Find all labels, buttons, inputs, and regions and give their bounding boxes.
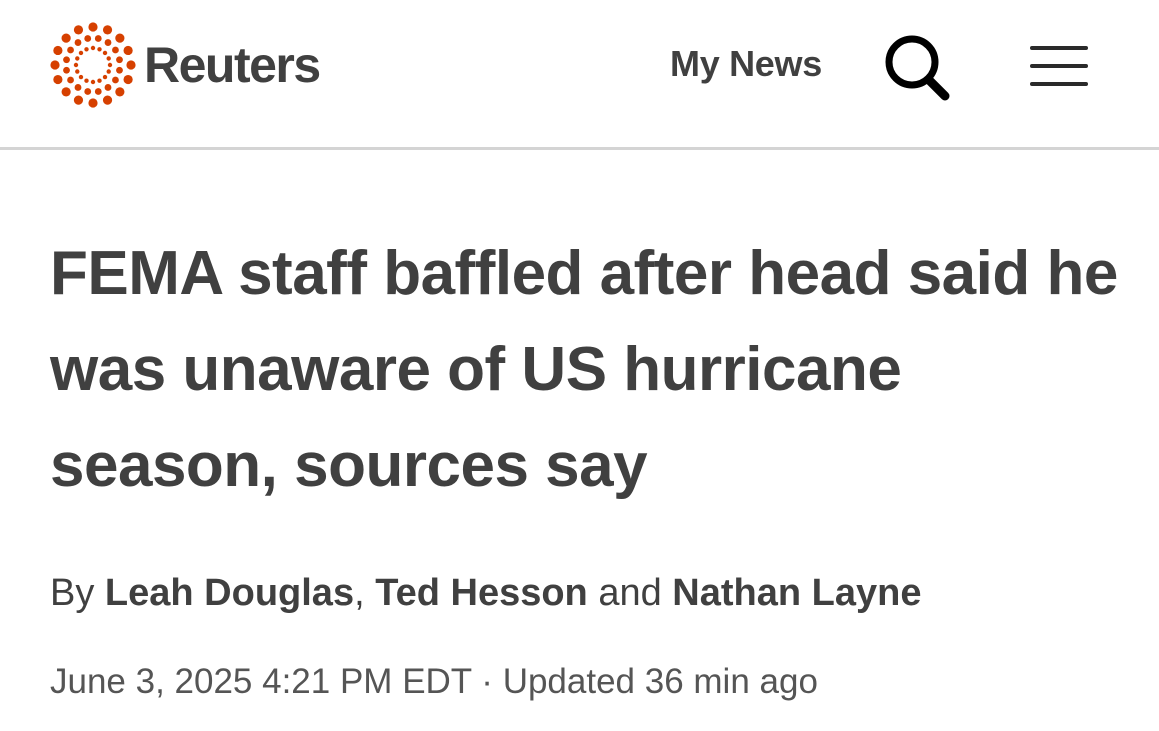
- logo-dot: [73, 95, 84, 105]
- hamburger-menu-icon: [1030, 46, 1088, 86]
- logo-dot: [61, 33, 71, 43]
- logo-dot: [90, 79, 96, 85]
- author-link[interactable]: Ted Hesson: [375, 572, 588, 614]
- logo-dot: [88, 98, 98, 108]
- logo-dot: [116, 66, 123, 74]
- logo-dot: [78, 74, 84, 80]
- published-timestamp: June 3, 2025 4:21 PM EDT: [50, 662, 472, 701]
- logo-dot: [97, 47, 102, 52]
- logo-dot: [75, 69, 80, 74]
- byline: By Leah Douglas, Ted Hesson and Nathan L…: [50, 571, 1130, 615]
- reuters-logo[interactable]: Reuters: [50, 22, 321, 108]
- byline-separator: and: [598, 572, 662, 614]
- logo-dot: [94, 88, 102, 95]
- logo-dot: [84, 78, 89, 83]
- logo-dot: [78, 50, 84, 56]
- author-link[interactable]: Nathan Layne: [672, 572, 921, 614]
- logo-dot: [75, 56, 80, 61]
- logo-dot: [107, 62, 113, 68]
- logo-dot: [67, 76, 74, 84]
- logo-dot: [102, 95, 113, 105]
- logo-dot: [123, 74, 133, 85]
- logo-dot: [73, 62, 79, 68]
- logo-dot: [88, 22, 98, 32]
- logo-dot: [112, 76, 119, 84]
- logo-dot: [115, 87, 125, 97]
- dateline: June 3, 2025 4:21 PM EDT · Updated 36 mi…: [50, 660, 1130, 704]
- logo-dot: [102, 50, 108, 56]
- logo-dot: [73, 25, 84, 35]
- logo-dot: [63, 66, 70, 74]
- logo-dot: [123, 45, 133, 56]
- logo-dot: [63, 56, 70, 64]
- logo-dot: [50, 60, 60, 70]
- article-headline: FEMA staff baffled after head said he wa…: [50, 239, 1118, 500]
- my-news-link[interactable]: My News: [670, 43, 822, 85]
- brand-name: Reuters: [144, 37, 321, 93]
- site-header: Reuters My News: [0, 0, 1159, 150]
- logo-dot: [97, 78, 102, 83]
- author-link[interactable]: Leah Douglas: [105, 572, 354, 614]
- logo-dot: [90, 45, 96, 51]
- logo-dot: [102, 25, 113, 35]
- logo-dot: [116, 56, 123, 64]
- logo-dot: [104, 39, 112, 46]
- menu-button[interactable]: [1028, 42, 1090, 90]
- byline-separator: ,: [354, 572, 365, 614]
- logo-dot: [84, 35, 92, 42]
- logo-dot: [74, 84, 82, 91]
- search-icon: [885, 35, 950, 101]
- logo-dot: [67, 46, 74, 54]
- logo-dot: [84, 88, 92, 95]
- logo-dot: [126, 60, 136, 70]
- logo-dot: [84, 47, 89, 52]
- logo-dot: [115, 33, 125, 43]
- logo-dot: [53, 45, 63, 56]
- logo-dot: [102, 74, 108, 80]
- dot-separator: ·: [481, 662, 493, 701]
- logo-dot: [74, 39, 82, 46]
- logo-dot: [61, 87, 71, 97]
- logo-dot: [106, 56, 111, 61]
- logo-dot: [106, 69, 111, 74]
- logo-dot: [53, 74, 63, 85]
- updated-timestamp: Updated 36 min ago: [502, 662, 818, 701]
- reuters-logo-icon: [50, 22, 136, 108]
- logo-dot: [112, 46, 119, 54]
- byline-prefix: By: [50, 572, 95, 614]
- logo-dot: [104, 84, 112, 91]
- logo-dot: [94, 35, 102, 42]
- search-button[interactable]: [882, 30, 952, 102]
